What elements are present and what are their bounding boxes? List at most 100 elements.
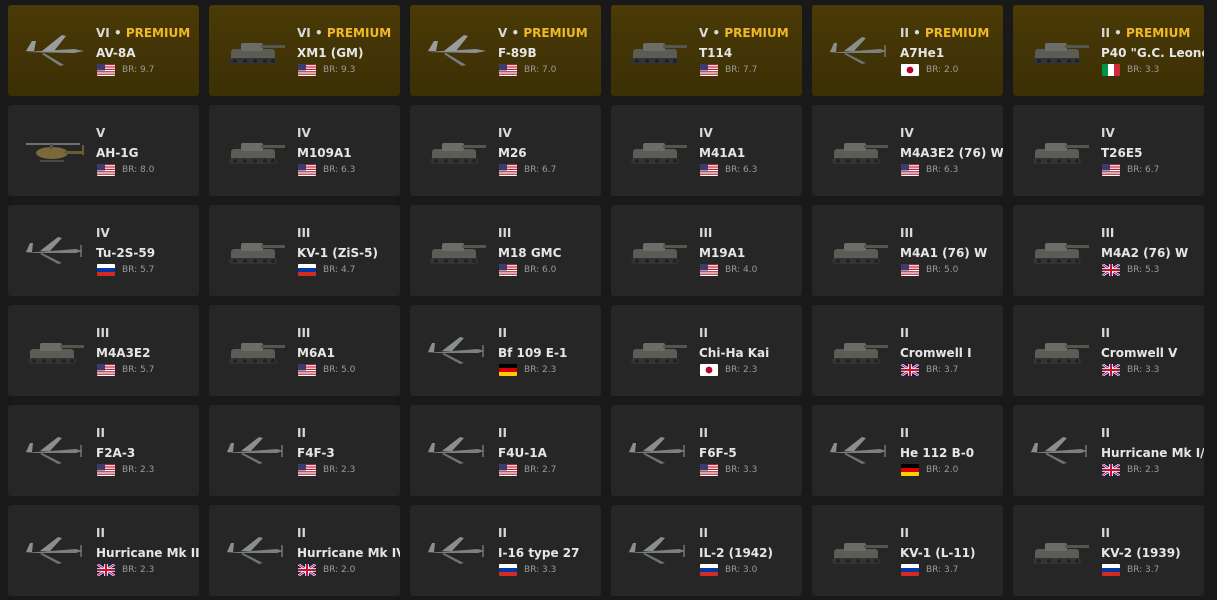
usa-flag-icon <box>700 264 718 276</box>
russia-flag-icon <box>499 564 517 576</box>
tank-icon <box>219 325 289 375</box>
vehicle-card[interactable]: II IL-2 (1942) BR: 3.0 <box>611 505 802 596</box>
uk-flag-icon <box>901 364 919 376</box>
uk-flag-icon <box>1102 464 1120 476</box>
vehicle-name: M4A1 (76) W <box>900 246 988 260</box>
vehicle-rank: II <box>699 326 708 340</box>
vehicle-rank: IV <box>1101 126 1115 140</box>
battle-rating: BR: 8.0 <box>122 165 155 175</box>
vehicle-card[interactable]: II Hurricane Mk I/L BR: 2.3 <box>1013 405 1204 496</box>
heli-icon <box>18 125 88 175</box>
plane-icon <box>420 525 490 575</box>
vehicle-name: KV-1 (L-11) <box>900 546 976 560</box>
vehicle-name: M4A3E2 (76) W <box>900 146 1003 160</box>
vehicle-name: Cromwell V <box>1101 346 1178 360</box>
vehicle-card[interactable]: II Hurricane Mk IIB/Trop BR: 2.3 <box>8 505 199 596</box>
vehicle-name: Cromwell I <box>900 346 972 360</box>
vehicle-name: M41A1 <box>699 146 746 160</box>
vehicle-card[interactable]: V AH-1G BR: 8.0 <box>8 105 199 196</box>
vehicle-card[interactable]: II F4F-3 BR: 2.3 <box>209 405 400 496</box>
jet-icon <box>18 25 88 75</box>
vehicle-card[interactable]: IV M26 BR: 6.7 <box>410 105 601 196</box>
vehicle-card[interactable]: IV M41A1 BR: 6.3 <box>611 105 802 196</box>
vehicle-card[interactable]: II I-16 type 27 BR: 3.3 <box>410 505 601 596</box>
plane-icon <box>420 425 490 475</box>
vehicle-name: M4A3E2 <box>96 346 151 360</box>
battle-rating: BR: 2.3 <box>524 365 557 375</box>
vehicle-name: Hurricane Mk IV <box>297 546 400 560</box>
italy-flag-icon <box>1102 64 1120 76</box>
vehicle-card[interactable]: II F4U-1A BR: 2.7 <box>410 405 601 496</box>
vehicle-card[interactable]: II F6F-5 BR: 3.3 <box>611 405 802 496</box>
tank-icon <box>1023 325 1093 375</box>
vehicle-card[interactable]: II KV-1 (L-11) BR: 3.7 <box>812 505 1003 596</box>
battle-rating: BR: 6.3 <box>725 165 758 175</box>
plane-icon <box>420 325 490 375</box>
separator: • <box>511 26 520 40</box>
usa-flag-icon <box>1102 164 1120 176</box>
vehicle-card[interactable]: II He 112 B-0 BR: 2.0 <box>812 405 1003 496</box>
vehicle-card[interactable]: II • PREMIUM A7He1 BR: 2.0 <box>812 5 1003 96</box>
vehicle-card[interactable]: IV Tu-2S-59 BR: 5.7 <box>8 205 199 296</box>
plane-icon <box>18 425 88 475</box>
vehicle-card[interactable]: III M6A1 BR: 5.0 <box>209 305 400 396</box>
vehicle-rank: IV <box>297 126 311 140</box>
vehicle-card[interactable]: II • PREMIUM P40 "G.C. Leoncello" BR: 3.3 <box>1013 5 1204 96</box>
vehicle-card[interactable]: III KV-1 (ZiS-5) BR: 4.7 <box>209 205 400 296</box>
tank-icon <box>621 25 691 75</box>
vehicle-rank: III <box>297 326 311 340</box>
russia-flag-icon <box>1102 564 1120 576</box>
battle-rating: BR: 4.7 <box>323 265 356 275</box>
usa-flag-icon <box>700 64 718 76</box>
battle-rating: BR: 4.0 <box>725 265 758 275</box>
separator: • <box>1114 26 1122 40</box>
tank-icon <box>219 225 289 275</box>
vehicle-card[interactable]: VI • PREMIUM AV-8A BR: 9.7 <box>8 5 199 96</box>
vehicle-rank: II <box>699 426 708 440</box>
vehicle-rank: II <box>498 526 507 540</box>
vehicle-card[interactable]: II Cromwell V BR: 3.3 <box>1013 305 1204 396</box>
vehicle-name: Hurricane Mk IIB/Trop <box>96 546 199 560</box>
vehicle-rank: II <box>96 426 105 440</box>
vehicle-card[interactable]: II Hurricane Mk IV BR: 2.0 <box>209 505 400 596</box>
vehicle-card[interactable]: V • PREMIUM F-89B BR: 7.0 <box>410 5 601 96</box>
japan-flag-icon <box>901 64 919 76</box>
vehicle-rank: III <box>699 226 713 240</box>
vehicle-card[interactable]: VI • PREMIUM XM1 (GM) BR: 9.3 <box>209 5 400 96</box>
vehicle-card[interactable]: III M4A1 (76) W BR: 5.0 <box>812 205 1003 296</box>
vehicle-rank: III <box>96 326 110 340</box>
vehicle-card[interactable]: II F2A-3 BR: 2.3 <box>8 405 199 496</box>
russia-flag-icon <box>298 264 316 276</box>
battle-rating: BR: 3.3 <box>1127 365 1160 375</box>
tank-icon <box>1023 225 1093 275</box>
vehicle-card[interactable]: IV M109A1 BR: 6.3 <box>209 105 400 196</box>
vehicle-card[interactable]: IV T26E5 BR: 6.7 <box>1013 105 1204 196</box>
vehicle-name: Chi-Ha Kai <box>699 346 770 360</box>
battle-rating: BR: 3.7 <box>1127 565 1160 575</box>
vehicle-name: Hurricane Mk I/L <box>1101 446 1204 460</box>
vehicle-name: M19A1 <box>699 246 746 260</box>
battle-rating: BR: 3.7 <box>926 565 959 575</box>
vehicle-card[interactable]: III M18 GMC BR: 6.0 <box>410 205 601 296</box>
vehicle-card[interactable]: IV M4A3E2 (76) W BR: 6.3 <box>812 105 1003 196</box>
vehicle-rank: V <box>96 126 106 140</box>
vehicle-rank: IV <box>900 126 914 140</box>
tank-icon <box>420 125 490 175</box>
vehicle-name: KV-2 (1939) <box>1101 546 1181 560</box>
vehicle-card[interactable]: II Bf 109 E-1 BR: 2.3 <box>410 305 601 396</box>
vehicle-rank: VI • PREMIUM <box>297 26 392 40</box>
vehicle-card[interactable]: II Cromwell I BR: 3.7 <box>812 305 1003 396</box>
vehicle-card[interactable]: II KV-2 (1939) BR: 3.7 <box>1013 505 1204 596</box>
vehicle-name: I-16 type 27 <box>498 546 580 560</box>
vehicle-card[interactable]: III M4A3E2 BR: 5.7 <box>8 305 199 396</box>
battle-rating: BR: 7.0 <box>524 65 557 75</box>
vehicle-card[interactable]: II Chi-Ha Kai BR: 2.3 <box>611 305 802 396</box>
battle-rating: BR: 2.3 <box>323 465 356 475</box>
premium-label: PREMIUM <box>523 26 588 40</box>
vehicle-card[interactable]: III M19A1 BR: 4.0 <box>611 205 802 296</box>
battle-rating: BR: 2.3 <box>122 465 155 475</box>
battle-rating: BR: 9.7 <box>122 65 155 75</box>
tank-icon <box>1023 525 1093 575</box>
vehicle-card[interactable]: III M4A2 (76) W BR: 5.3 <box>1013 205 1204 296</box>
vehicle-card[interactable]: V • PREMIUM T114 BR: 7.7 <box>611 5 802 96</box>
